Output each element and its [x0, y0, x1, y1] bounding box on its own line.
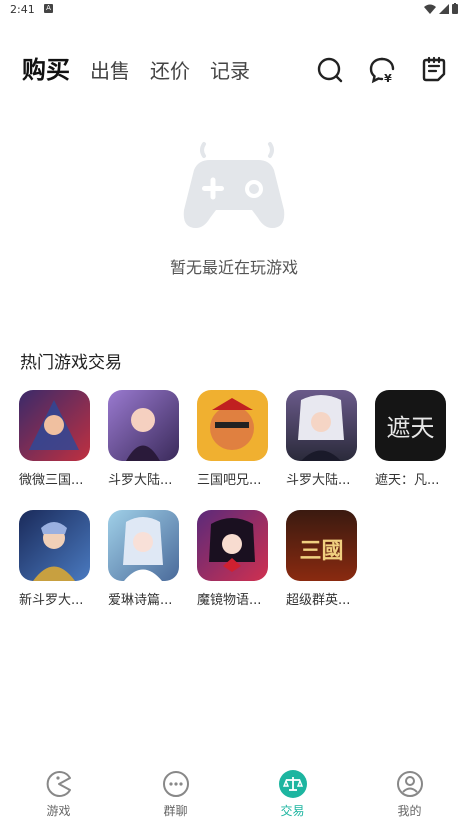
- chat-dots-icon: [162, 771, 189, 797]
- game-card[interactable]: 斗罗大陆...: [108, 390, 179, 488]
- notification-icon: A: [44, 4, 53, 13]
- tab-buy[interactable]: 购买: [22, 50, 70, 85]
- nav-label: 群聊: [163, 804, 188, 818]
- game-thumbnail: [19, 510, 90, 581]
- status-bar: 2:41 A: [0, 0, 468, 20]
- game-thumbnail: [19, 390, 90, 461]
- bottom-nav: 游戏 群聊 交易 我的: [0, 764, 468, 832]
- game-card[interactable]: 遮天 遮天：凡...: [375, 390, 446, 488]
- game-card[interactable]: 微微三国...: [19, 390, 90, 488]
- game-card[interactable]: 三国吧兄...: [197, 390, 268, 488]
- game-logo-text: 三國: [299, 538, 343, 564]
- nav-label: 我的: [397, 804, 422, 818]
- hot-games-grid: 微微三国... 斗罗大陆... 三国吧兄... 斗罗大陆... 遮天 遮天：凡.…: [19, 390, 459, 608]
- search-icon[interactable]: [316, 56, 344, 84]
- header-actions: ¥: [316, 56, 448, 84]
- scale-icon: [278, 770, 307, 798]
- header: 购买 出售 还价 记录 ¥: [22, 50, 448, 96]
- game-thumbnail: 三國: [286, 510, 357, 581]
- nav-item-trade[interactable]: 交易: [234, 764, 351, 832]
- game-name: 微微三国...: [19, 473, 84, 488]
- game-thumbnail: [197, 510, 268, 581]
- wifi-icon: [424, 4, 436, 14]
- game-thumbnail: [108, 390, 179, 461]
- notes-icon[interactable]: [420, 56, 448, 84]
- nav-label: 交易: [280, 804, 305, 818]
- status-time: 2:41: [10, 3, 35, 16]
- game-thumbnail: [108, 510, 179, 581]
- game-name: 三国吧兄...: [197, 473, 262, 488]
- signal-icon: [439, 3, 449, 14]
- tab-sell[interactable]: 出售: [90, 55, 130, 84]
- status-icons: [424, 3, 458, 14]
- tab-records[interactable]: 记录: [210, 55, 250, 84]
- game-logo-text: 遮天: [387, 414, 435, 442]
- pacman-icon: [46, 771, 71, 797]
- tab-counter-offer[interactable]: 还价: [150, 55, 190, 84]
- game-name: 遮天：凡...: [375, 473, 440, 488]
- game-name: 斗罗大陆...: [108, 473, 173, 488]
- empty-state-message: 暂无最近在玩游戏: [169, 258, 298, 277]
- game-card[interactable]: 斗罗大陆...: [286, 390, 357, 488]
- game-thumbnail: 遮天: [375, 390, 446, 461]
- nav-label: 游戏: [46, 804, 71, 818]
- game-name: 新斗罗大...: [19, 593, 84, 608]
- game-card[interactable]: 三國 超级群英...: [286, 510, 357, 608]
- gamepad-icon: [183, 142, 285, 228]
- battery-icon: [452, 3, 458, 14]
- game-card[interactable]: 魔镜物语...: [197, 510, 268, 608]
- game-name: 超级群英...: [286, 593, 351, 608]
- nav-item-games[interactable]: 游戏: [0, 764, 117, 832]
- nav-item-profile[interactable]: 我的: [351, 764, 468, 832]
- game-card[interactable]: 爱琳诗篇...: [108, 510, 179, 608]
- tab-bar: 购买 出售 还价 记录: [22, 50, 250, 85]
- game-name: 爱琳诗篇...: [108, 593, 173, 608]
- svg-text:¥: ¥: [384, 72, 392, 84]
- game-name: 斗罗大陆...: [286, 473, 351, 488]
- game-card[interactable]: 新斗罗大...: [19, 510, 90, 608]
- nav-item-group-chat[interactable]: 群聊: [117, 764, 234, 832]
- game-thumbnail: [197, 390, 268, 461]
- game-name: 魔镜物语...: [197, 593, 262, 608]
- chat-price-icon[interactable]: ¥: [368, 56, 396, 84]
- empty-state: 暂无最近在玩游戏: [0, 140, 468, 278]
- profile-icon: [396, 771, 423, 797]
- game-thumbnail: [286, 390, 357, 461]
- section-title: 热门游戏交易: [20, 353, 122, 373]
